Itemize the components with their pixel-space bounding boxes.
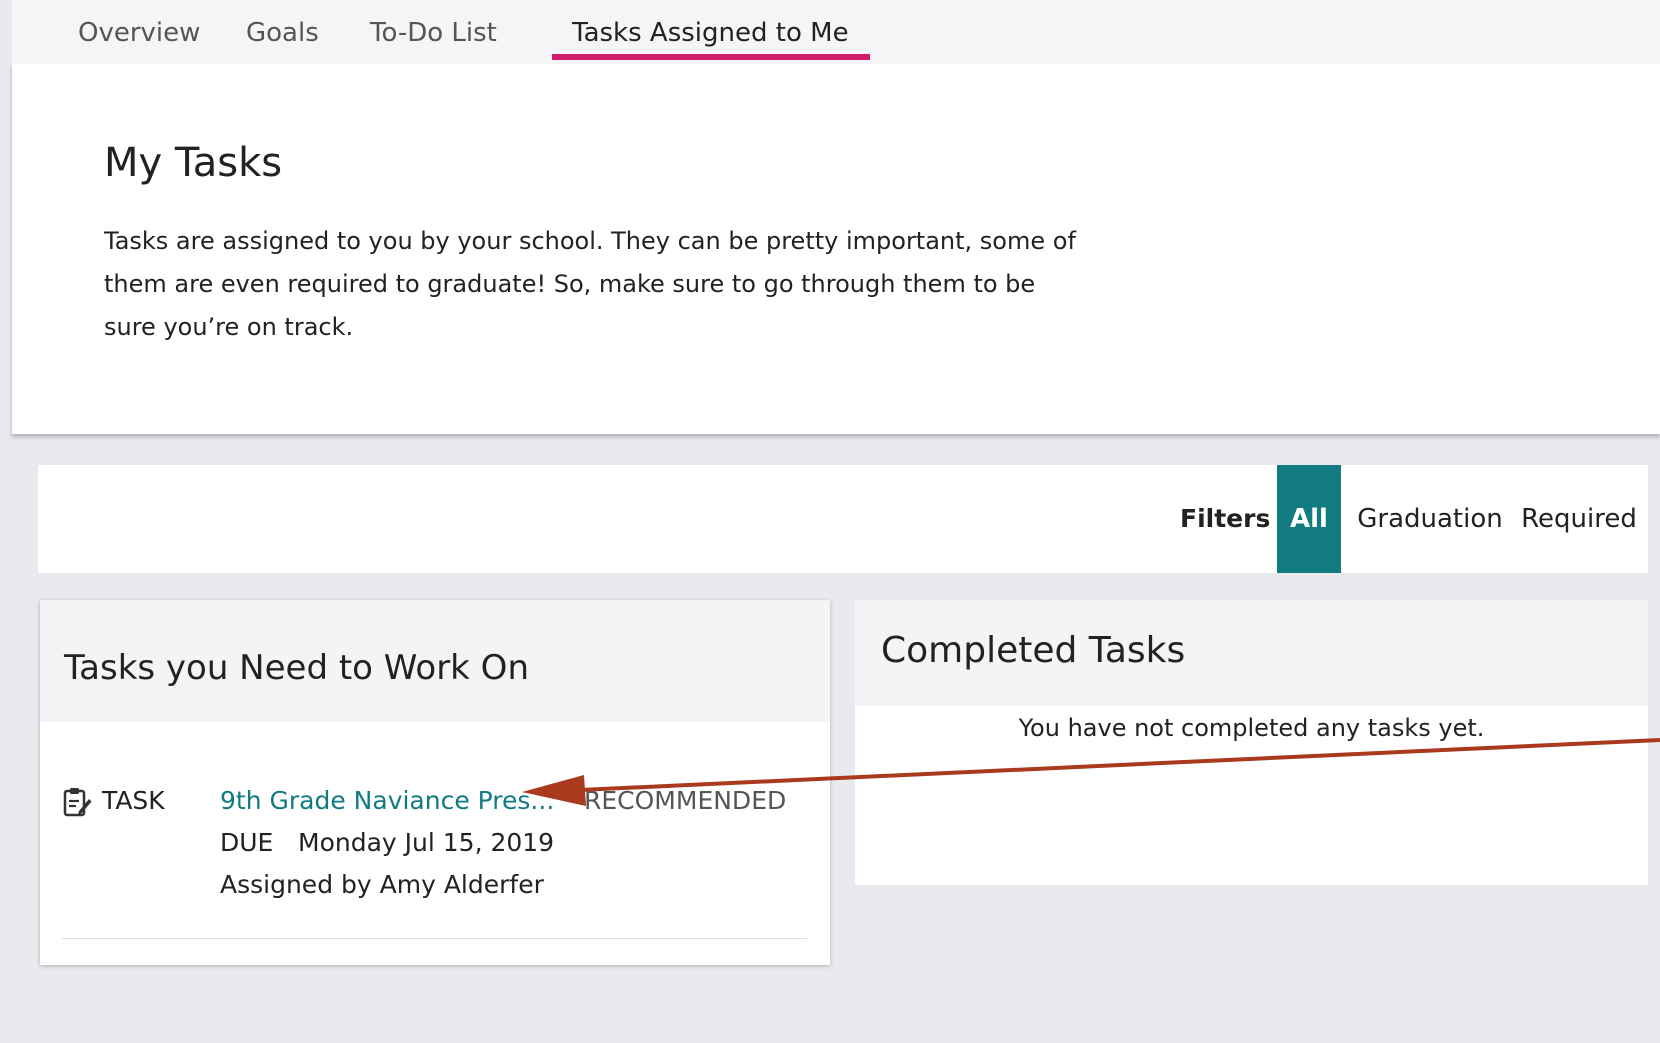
task-type-label: TASK — [102, 786, 165, 815]
hero-section: My Tasks Tasks are assigned to you by yo… — [12, 64, 1660, 434]
filters-label: Filters — [1180, 504, 1271, 533]
page-description: Tasks are assigned to you by your school… — [104, 227, 1076, 341]
tab-bar: Overview Goals To-Do List Tasks Assigned… — [12, 0, 1660, 65]
filter-graduation-button[interactable]: Graduation — [1353, 465, 1507, 573]
panel-title: Completed Tasks — [881, 630, 1186, 671]
completed-tasks-panel: Completed Tasks You have not completed a… — [855, 600, 1648, 885]
clipboard-edit-icon — [63, 788, 92, 817]
filter-bar: Filters All Graduation Required — [38, 465, 1648, 573]
divider — [62, 938, 807, 939]
tasks-to-work-on-panel: Tasks you Need to Work On TASK 9th Grade… — [40, 600, 830, 965]
panel-header: Completed Tasks — [855, 600, 1648, 706]
empty-state-message: You have not completed any tasks yet. — [1018, 714, 1485, 742]
page-title: My Tasks — [104, 140, 283, 186]
tab-tasks-assigned-to-me[interactable]: Tasks Assigned to Me — [568, 0, 853, 62]
tab-goals[interactable]: Goals — [242, 0, 323, 62]
tab-overview[interactable]: Overview — [74, 0, 204, 62]
panel-header: Tasks you Need to Work On — [40, 600, 830, 722]
filter-required-button[interactable]: Required — [1518, 465, 1640, 573]
task-status-badge: RECOMMENDED — [584, 786, 787, 815]
filter-all-button[interactable]: All — [1277, 465, 1341, 573]
active-tab-indicator — [552, 54, 870, 60]
panel-title: Tasks you Need to Work On — [64, 648, 529, 688]
task-name-link[interactable]: 9th Grade Naviance Pres... — [220, 786, 554, 815]
due-date: Monday Jul 15, 2019 — [298, 828, 555, 857]
tab-to-do-list[interactable]: To-Do List — [366, 0, 501, 62]
assigned-by: Assigned by Amy Alderfer — [220, 870, 544, 899]
due-label: DUE — [220, 828, 274, 857]
